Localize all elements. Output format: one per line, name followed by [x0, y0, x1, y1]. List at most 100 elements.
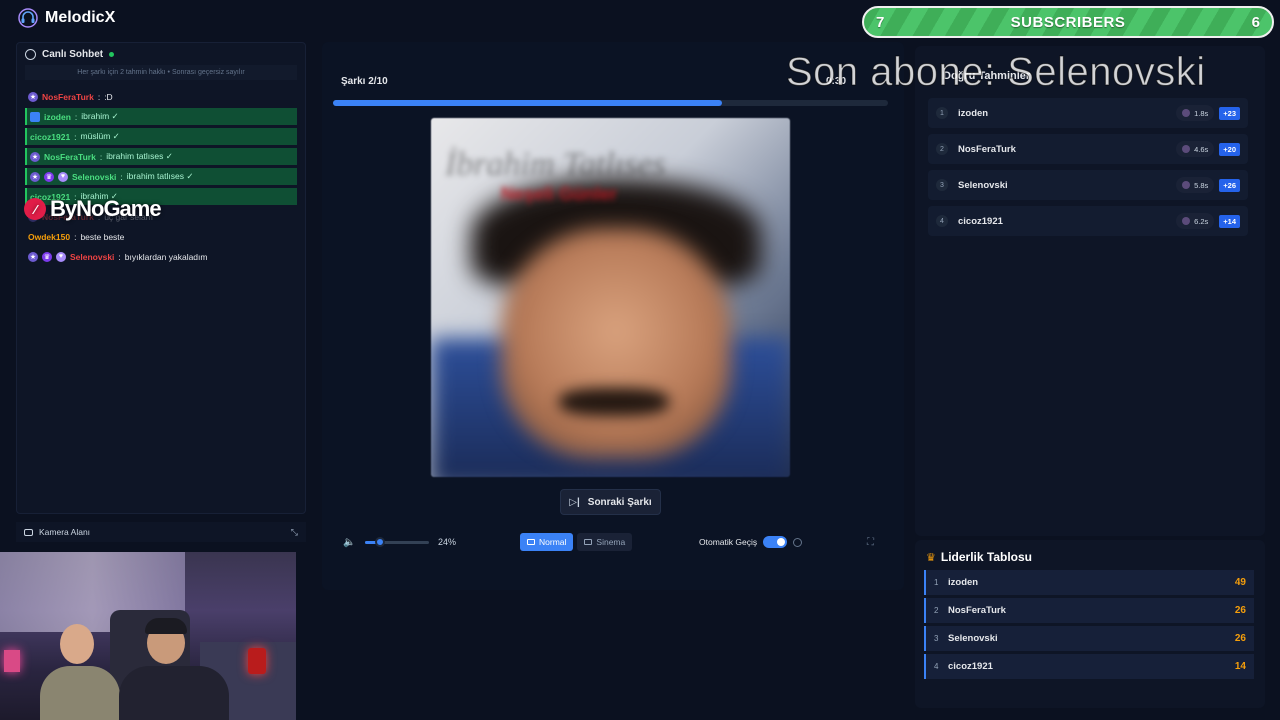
chat-panel: Canlı Sohbet Her şarkı için 2 tahmin hak…	[16, 42, 306, 514]
leaderboard-score: 26	[1234, 605, 1246, 616]
chat-username: NosFeraTurk	[44, 151, 96, 162]
cover-title: İbrahim Tatlıses	[445, 146, 666, 183]
film-icon	[584, 539, 593, 545]
crown-icon: ♛	[926, 551, 936, 564]
chat-header: Canlı Sohbet	[17, 43, 305, 65]
correct-guess-row: 4 cicoz1921 6.2s +14	[928, 206, 1248, 236]
camera-area-header: Kamera Alanı ⤡	[16, 522, 306, 542]
guess-time-value: 6.2s	[1194, 216, 1209, 226]
live-status-dot	[109, 51, 115, 57]
avatar-icon	[1182, 145, 1191, 153]
chat-message-correct: cicoz1921: müslüm ✓	[25, 128, 297, 145]
chat-username: cicoz1921	[30, 131, 71, 142]
volume-percent: 24%	[438, 537, 457, 547]
cover-subtitle: Neşeli Günler	[501, 184, 618, 204]
chat-message: ★ ♛ ♥ Selenovski: bıyıklardan yakaladım	[28, 251, 208, 262]
guess-time: 6.2s	[1176, 213, 1215, 229]
chat-message-correct: ★ NosFeraTurk: ibrahim tatlıses ✓	[25, 148, 297, 165]
leaderboard-rank: 1	[934, 578, 939, 587]
volume-icon[interactable]: 🔈	[343, 537, 355, 548]
guesser-name: cicoz1921	[958, 215, 1003, 227]
rank-badge: 2	[936, 143, 948, 155]
heart-badge-icon: ♥	[56, 251, 66, 262]
leaderboard-row: 4 cicoz1921 14	[924, 654, 1254, 679]
chat-username: izoden	[44, 111, 71, 122]
points-badge: +20	[1219, 142, 1240, 156]
chat-text: ibrahim tatlıses ✓	[106, 151, 173, 161]
crown-badge-icon: ♛	[42, 251, 52, 262]
leaderboard-rank: 2	[934, 606, 939, 615]
leaderboard-rank: 4	[934, 662, 939, 671]
chat-text: ibrahim tatlıses ✓	[126, 171, 194, 181]
star-badge-icon: ★	[28, 91, 38, 102]
bynogame-logo-icon: ⁄	[24, 198, 46, 220]
next-song-label: Sonraki Şarkı	[587, 496, 652, 508]
chat-message-correct: ★ ♛ ♥ Selenovski: ibrahim tatlıses ✓	[25, 168, 297, 185]
song-progress-fill	[333, 100, 722, 106]
correct-guess-row: 3 Selenovski 5.8s +26	[928, 170, 1248, 200]
mode-normal-label: Normal	[539, 537, 567, 547]
mode-normal-button[interactable]: Normal	[520, 533, 574, 551]
star-badge-icon: ★	[28, 251, 38, 262]
pink-light	[4, 650, 20, 672]
next-song-button[interactable]: ▷| Sonraki Şarkı	[560, 489, 661, 515]
chat-text: beste beste	[80, 231, 125, 242]
correct-guess-row: 1 izoden 1.8s +23	[928, 98, 1248, 128]
streamer-man	[119, 618, 229, 720]
avatar-icon	[1182, 109, 1191, 117]
red-lamp	[248, 648, 266, 674]
leaderboard-score: 14	[1234, 661, 1246, 672]
mode-cinema-button[interactable]: Sinema	[577, 533, 633, 551]
sponsor-watermark: ⁄ ByNoGame	[24, 196, 162, 222]
chat-rules-note: Her şarkı için 2 tahmin hakkı • Sonrası …	[25, 65, 297, 80]
leaderboard-rank: 3	[934, 634, 939, 643]
subscriber-label: SUBSCRIBERS	[1010, 13, 1126, 31]
guesser-name: izoden	[958, 107, 989, 119]
leaderboard-list: 1 izoden 49 2 NosFeraTurk 26 3 Selenovsk…	[924, 570, 1254, 682]
leaderboard-row: 1 izoden 49	[924, 570, 1254, 595]
subscriber-left-count: 7	[876, 13, 885, 31]
guess-time: 5.8s	[1176, 177, 1215, 193]
guesser-name: Selenovski	[958, 179, 1008, 191]
avatar-icon	[1182, 217, 1191, 225]
collapse-icon[interactable]: ⤡	[291, 527, 298, 538]
guess-time: 4.6s	[1176, 141, 1215, 157]
rank-badge: 3	[936, 179, 948, 191]
heart-badge-icon: ♥	[58, 171, 68, 182]
monitor-icon	[527, 539, 535, 545]
guesser-name: NosFeraTurk	[958, 143, 1016, 155]
leaderboard-name: NosFeraTurk	[948, 605, 1006, 616]
streamer-woman	[40, 618, 120, 720]
chat-username: Selenovski	[72, 171, 117, 182]
sponsor-text: ByNoGame	[50, 196, 162, 221]
subscriber-goal-bar: 7 SUBSCRIBERS 6	[862, 6, 1274, 38]
auto-advance-toggle[interactable]	[763, 536, 788, 548]
points-badge: +23	[1219, 106, 1240, 120]
rank-badge: 4	[936, 215, 948, 227]
rank-badge: 1	[936, 107, 948, 119]
app-logo: MelodicX	[18, 8, 115, 28]
chat-username: Owdek150	[28, 231, 71, 242]
volume-slider[interactable]	[365, 537, 429, 547]
view-mode-toggle: Normal Sinema	[520, 533, 633, 551]
webcam-feed	[0, 552, 296, 720]
info-icon[interactable]	[793, 537, 803, 547]
chat-title: Canlı Sohbet	[42, 48, 104, 60]
chat-text: bıyıklardan yakaladım	[124, 251, 208, 262]
volume-knob[interactable]	[375, 537, 386, 547]
chat-message: Owdek150: beste beste	[28, 231, 125, 242]
chat-username: NosFeraTurk	[42, 91, 94, 102]
points-badge: +14	[1219, 214, 1240, 228]
mode-cinema-label: Sinema	[596, 537, 626, 547]
song-progress-bar	[333, 100, 888, 106]
headphones-icon	[18, 8, 38, 28]
fullscreen-icon[interactable]: ⛶	[867, 537, 874, 548]
leaderboard-row: 3 Selenovski 26	[924, 626, 1254, 651]
chat-message-correct: izoden: ibrahim ✓	[25, 108, 297, 125]
leaderboard-score: 26	[1234, 633, 1246, 644]
guess-time-value: 1.8s	[1194, 108, 1209, 118]
crown-badge-icon: ♛	[44, 171, 54, 182]
auto-advance-setting: Otomatik Geçiş	[699, 536, 803, 548]
album-cover-blurred: İbrahim Tatlıses Neşeli Günler	[431, 118, 790, 477]
app-title: MelodicX	[45, 9, 116, 26]
